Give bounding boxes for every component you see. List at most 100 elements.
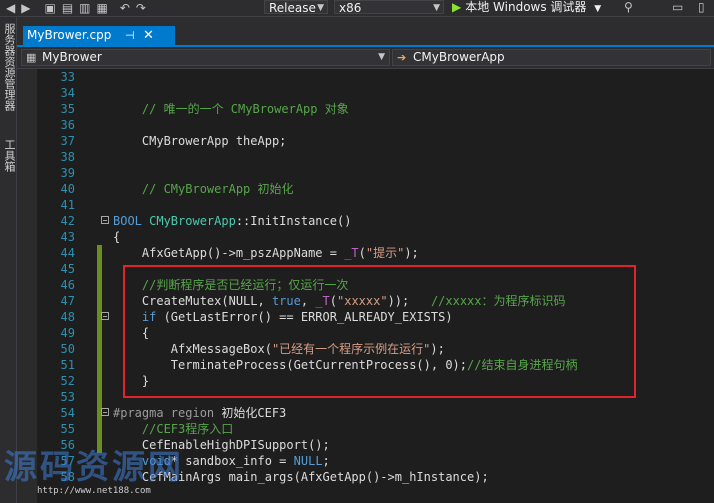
code-token: NULL <box>293 454 323 468</box>
highlight-annotation-box <box>123 265 636 398</box>
platform-dropdown[interactable]: x86 ▼ <box>334 0 444 15</box>
start-debugging-button[interactable]: ▶ 本地 Windows 调试器 ▼ <box>452 0 601 14</box>
code-line[interactable]: 37 CMyBrowerApp theApp; <box>17 133 714 149</box>
code-token: { <box>113 230 121 244</box>
scope-dropdown[interactable]: ➔ CMyBrowerApp <box>392 49 711 66</box>
code-line[interactable]: 33 <box>17 69 714 85</box>
window-icon[interactable]: ▭ <box>672 0 683 14</box>
watermark-logo: 源码资源网 <box>4 447 184 486</box>
tab-label: MyBrower.cpp <box>27 28 112 42</box>
main-toolbar: ◀ ▶ ▣ ▤ ▥ ▦ ↶ ↷ Release ▼ x86 ▼ ▶ 本地 Wind… <box>0 0 714 17</box>
code-token: CMyBrowerApp <box>149 214 236 228</box>
save-icon[interactable]: ▥ <box>79 1 90 15</box>
line-number: 53 <box>60 390 75 404</box>
line-number: 41 <box>60 198 75 212</box>
code-line[interactable]: 44 AfxGetApp()->m_pszAppName = _T("提示"); <box>17 245 714 261</box>
code-line[interactable]: 42 BOOL CMyBrowerApp::InitInstance() <box>17 213 714 229</box>
line-number: 51 <box>60 358 75 372</box>
code-line[interactable]: 55 //CEF3程序入口 <box>17 421 714 437</box>
line-number: 39 <box>60 166 75 180</box>
line-number: 48 <box>60 310 75 324</box>
scope-name: CMyBrowerApp <box>413 50 505 64</box>
code-token: "提示" <box>365 246 405 260</box>
code-text: //CEF3程序入口 <box>113 421 233 437</box>
code-token: ( <box>358 246 366 260</box>
find-icon[interactable]: ⚲ <box>624 0 633 14</box>
code-line[interactable]: 41 <box>17 197 714 213</box>
line-number: 35 <box>60 102 75 116</box>
project-name: MyBrower <box>42 50 102 64</box>
code-line[interactable]: 43 { <box>17 229 714 245</box>
code-token: CMyBrowerApp theApp; <box>113 134 287 148</box>
line-number: 34 <box>60 86 75 100</box>
code-token: _T <box>344 246 359 260</box>
line-number: 52 <box>60 374 75 388</box>
line-number: 40 <box>60 182 75 196</box>
code-text: { <box>113 229 120 245</box>
code-line[interactable]: 35 // 唯一的一个 CMyBrowerApp 对象 <box>17 101 714 117</box>
code-line[interactable]: 39 <box>17 165 714 181</box>
save-all-icon[interactable]: ▦ <box>97 1 108 15</box>
collapse-icon[interactable] <box>101 216 109 224</box>
code-token: ); <box>404 246 419 260</box>
redo-icon[interactable]: ↷ <box>136 1 146 15</box>
line-number: 54 <box>60 406 75 420</box>
left-tool-sidebar: 服务器资源管理器 工具箱 <box>0 17 17 503</box>
class-icon: ➔ <box>397 51 407 64</box>
line-number: 50 <box>60 342 75 356</box>
code-text: #pragma region 初始化CEF3 <box>113 405 286 421</box>
code-token: #pragma region <box>113 406 222 420</box>
server-explorer-tab[interactable]: 服务器资源管理器 <box>1 23 17 111</box>
line-number: 43 <box>60 230 75 244</box>
code-token: AfxGetApp()->m_pszAppName = <box>113 246 345 260</box>
line-number: 45 <box>60 262 75 276</box>
line-number: 49 <box>60 326 75 340</box>
project-dropdown[interactable]: ▦ MyBrower ▼ <box>21 49 390 66</box>
line-number: 47 <box>60 294 75 308</box>
code-token: ; <box>322 454 330 468</box>
code-text: CMyBrowerApp theApp; <box>113 133 287 149</box>
collapse-icon[interactable] <box>101 408 109 416</box>
new-item-icon[interactable]: ▣ <box>44 1 55 15</box>
line-number: 46 <box>60 278 75 292</box>
close-icon[interactable]: ✕ <box>143 26 154 45</box>
code-line[interactable]: 36 <box>17 117 714 133</box>
line-number: 36 <box>60 118 75 132</box>
code-text: BOOL CMyBrowerApp::InitInstance() <box>113 213 351 229</box>
line-number: 37 <box>60 134 75 148</box>
code-line[interactable]: 34 <box>17 85 714 101</box>
line-number: 55 <box>60 422 75 436</box>
chevron-down-icon: ▼ <box>378 52 385 62</box>
code-token: 初始化CEF3 <box>221 406 287 420</box>
config-dropdown[interactable]: Release ▼ <box>264 0 328 15</box>
chevron-down-icon: ▼ <box>433 3 440 13</box>
code-text: // CMyBrowerApp 初始化 <box>113 181 294 197</box>
run-label: 本地 Windows 调试器 <box>465 0 587 14</box>
project-icon: ▦ <box>26 51 37 64</box>
watermark-url: http://www.net188.com <box>37 486 151 496</box>
code-token: //CEF3程序入口 <box>113 422 234 436</box>
code-text: AfxGetApp()->m_pszAppName = _T("提示"); <box>113 245 419 261</box>
code-line[interactable]: 54 #pragma region 初始化CEF3 <box>17 405 714 421</box>
chevron-down-icon: ▼ <box>317 3 324 13</box>
open-icon[interactable]: ▤ <box>62 1 73 15</box>
platform-value: x86 <box>339 1 362 15</box>
code-token: // CMyBrowerApp 初始化 <box>113 182 294 196</box>
back-icon[interactable]: ◀ <box>6 1 15 15</box>
toolbox-tab[interactable]: 工具箱 <box>1 139 17 172</box>
line-number: 42 <box>60 214 75 228</box>
chevron-down-icon: ▼ <box>594 4 602 14</box>
play-icon: ▶ <box>452 0 462 14</box>
code-line[interactable]: 40 // CMyBrowerApp 初始化 <box>17 181 714 197</box>
undo-icon[interactable]: ↶ <box>120 1 130 15</box>
forward-icon[interactable]: ▶ <box>21 1 30 15</box>
line-number: 38 <box>60 150 75 164</box>
code-line[interactable]: 38 <box>17 149 714 165</box>
collapse-icon[interactable] <box>101 312 109 320</box>
code-token: ::InitInstance() <box>235 214 352 228</box>
pin-icon[interactable]: ⊣ <box>125 26 135 45</box>
config-value: Release <box>269 1 316 15</box>
tab-mybrower-cpp[interactable]: MyBrower.cpp ⊣ ✕ <box>23 26 175 45</box>
document-tabstrip: MyBrower.cpp ⊣ ✕ <box>17 17 714 47</box>
layout-icon[interactable]: ▯ <box>698 0 705 14</box>
